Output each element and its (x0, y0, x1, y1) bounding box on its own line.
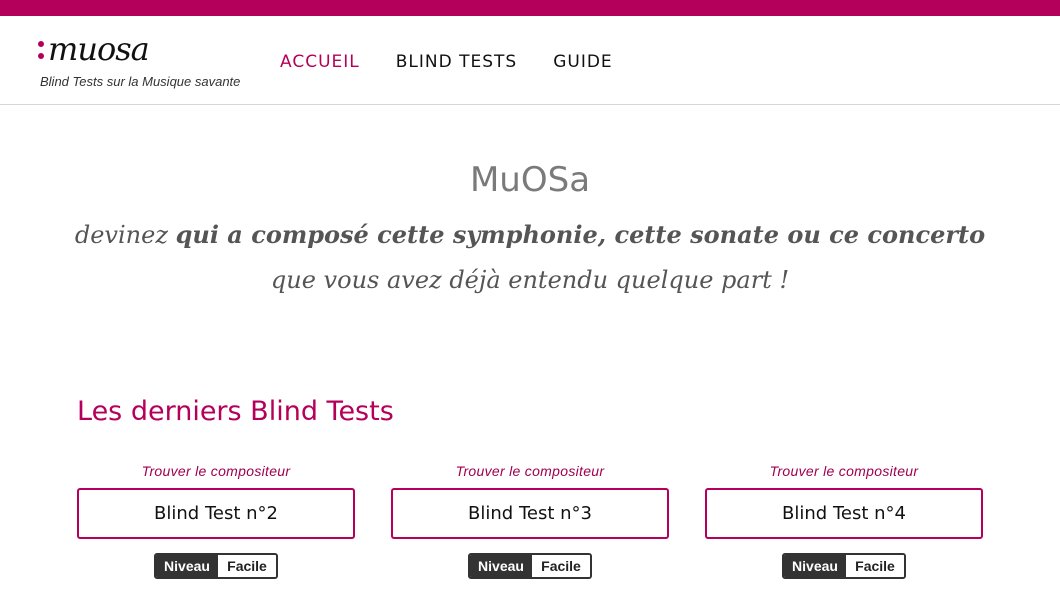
blind-test-button[interactable]: Blind Test n°2 (77, 488, 355, 539)
level-badge-key: Niveau (784, 555, 846, 577)
level-badge-key: Niveau (470, 555, 532, 577)
blind-test-button[interactable]: Blind Test n°4 (705, 488, 983, 539)
site-logo[interactable]: muosa (38, 30, 150, 68)
nav-item-blind-tests[interactable]: BLIND TESTS (396, 52, 517, 72)
card-category-label: Trouver le compositeur (455, 463, 605, 479)
level-badge-value: Facile (218, 555, 276, 577)
site-tagline: Blind Tests sur la Musique savante (40, 74, 241, 89)
section-title-latest: Les derniers Blind Tests (77, 396, 394, 427)
logo-dots-icon (38, 41, 44, 59)
site-header: muosa Blind Tests sur la Musique savante… (0, 16, 1060, 105)
level-badge-value: Facile (846, 555, 904, 577)
blind-test-card: Trouver le compositeur Blind Test n°3 Ni… (391, 462, 669, 579)
hero-line1-bold: qui a composé cette symphonie, cette son… (175, 220, 986, 249)
card-category-label: Trouver le compositeur (769, 463, 919, 479)
main-nav: ACCUEIL BLIND TESTS GUIDE (280, 52, 613, 72)
top-accent-bar (0, 0, 1060, 16)
logo-wordmark: muosa (48, 30, 150, 68)
level-badge-key: Niveau (156, 555, 218, 577)
level-badge: Niveau Facile (468, 553, 592, 579)
blind-test-card: Trouver le compositeur Blind Test n°2 Ni… (77, 462, 355, 579)
level-badge-value: Facile (532, 555, 590, 577)
hero-line1-prefix: devinez (74, 221, 176, 249)
nav-item-accueil[interactable]: ACCUEIL (280, 52, 360, 72)
card-category-label: Trouver le compositeur (141, 463, 291, 479)
blind-test-card: Trouver le compositeur Blind Test n°4 Ni… (705, 462, 983, 579)
nav-item-guide[interactable]: GUIDE (553, 52, 612, 72)
hero-tagline-line1: devinez qui a composé cette symphonie, c… (0, 220, 1060, 249)
hero-title: MuOSa (469, 160, 591, 200)
blind-test-button[interactable]: Blind Test n°3 (391, 488, 669, 539)
level-badge: Niveau Facile (782, 553, 906, 579)
hero-tagline-line2: que vous avez déjà entendu quelque part … (270, 266, 790, 294)
level-badge: Niveau Facile (154, 553, 278, 579)
